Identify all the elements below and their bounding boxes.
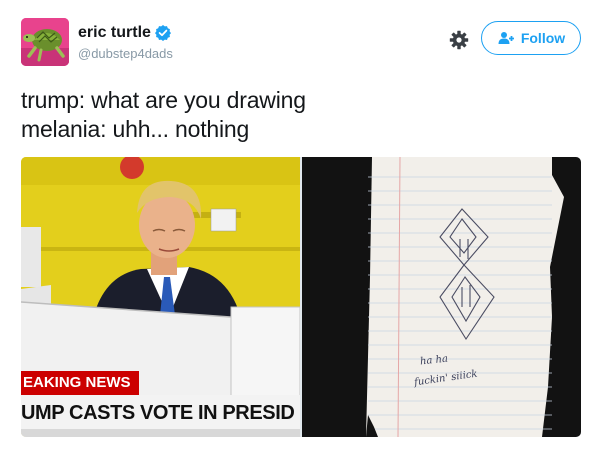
verified-badge-icon (154, 25, 171, 41)
user-info[interactable]: eric turtle @dubstep4dads (78, 24, 173, 61)
user-handle[interactable]: @dubstep4dads (78, 46, 173, 61)
gear-icon[interactable] (449, 30, 469, 50)
tweet-text: trump: what are you drawing melania: uhh… (21, 86, 581, 144)
tweet-line: melania: uhh... nothing (21, 116, 250, 142)
display-name[interactable]: eric turtle (78, 24, 151, 42)
news-ticker-headline: UMP CASTS VOTE IN PRESID (21, 395, 300, 429)
name-row: eric turtle (78, 24, 173, 42)
news-ticker-banner: EAKING NEWS (21, 371, 139, 395)
tweet-line: trump: what are you drawing (21, 87, 306, 113)
add-user-icon (497, 31, 515, 45)
news-photo[interactable]: EAKING NEWS UMP CASTS VOTE IN PRESID (21, 157, 300, 437)
follow-label: Follow (520, 30, 566, 46)
note-photo[interactable]: ha ha fuckin' siiick (302, 157, 581, 437)
ticker-strip (21, 429, 300, 437)
tweet-card: eric turtle @dubstep4dads Follow trump: … (0, 0, 609, 450)
follow-button[interactable]: Follow (481, 21, 581, 55)
media-container: EAKING NEWS UMP CASTS VOTE IN PRESID ha … (21, 157, 581, 437)
avatar[interactable] (21, 18, 69, 66)
